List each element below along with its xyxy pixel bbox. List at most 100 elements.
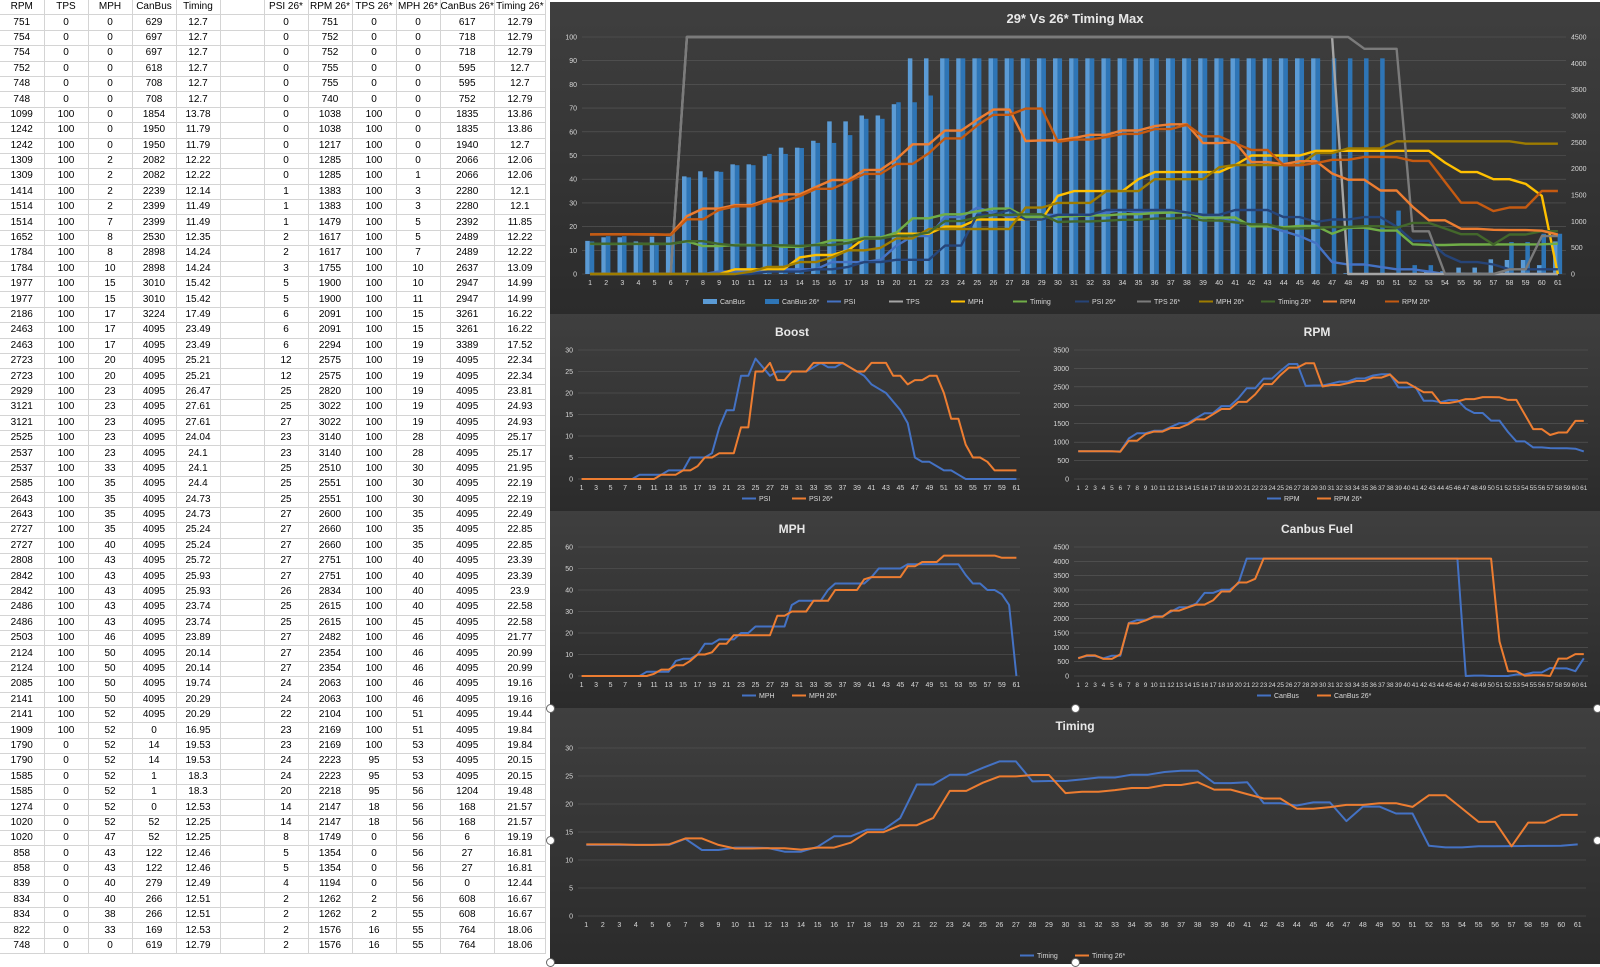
table-cell[interactable]: 1 xyxy=(132,784,176,799)
table-cell[interactable]: 1383 xyxy=(308,184,352,199)
table-cell[interactable]: 2 xyxy=(88,169,132,184)
table-cell[interactable]: 834 xyxy=(0,892,44,907)
table-cell[interactable]: 23 xyxy=(264,738,308,753)
table-cell[interactable]: 100 xyxy=(352,123,396,138)
table-cell[interactable]: 14.99 xyxy=(494,292,545,307)
empty-cell[interactable] xyxy=(220,215,264,230)
table-cell[interactable]: 0 xyxy=(88,46,132,61)
table-cell[interactable]: 0 xyxy=(440,877,494,892)
table-cell[interactable]: 25 xyxy=(264,461,308,476)
table-cell[interactable]: 2091 xyxy=(308,307,352,322)
table-cell[interactable]: 19.44 xyxy=(494,707,545,722)
table-cell[interactable]: 12.7 xyxy=(176,30,220,45)
table-cell[interactable]: 2147 xyxy=(308,800,352,815)
table-cell[interactable]: 17 xyxy=(88,338,132,353)
table-cell[interactable]: 617 xyxy=(440,15,494,30)
table-cell[interactable]: 25.93 xyxy=(176,569,220,584)
table-cell[interactable]: 12.1 xyxy=(494,200,545,215)
legend-item[interactable]: CanBus 26* xyxy=(1334,693,1372,700)
table-cell[interactable]: 24 xyxy=(264,769,308,784)
table-cell[interactable]: 20.15 xyxy=(494,754,545,769)
table-cell[interactable]: 14 xyxy=(132,738,176,753)
table-cell[interactable]: 6 xyxy=(264,307,308,322)
table-cell[interactable]: 19 xyxy=(396,384,440,399)
table-cell[interactable]: 12.7 xyxy=(176,46,220,61)
table-cell[interactable]: 2294 xyxy=(308,338,352,353)
empty-cell[interactable] xyxy=(220,353,264,368)
table-cell[interactable]: 1 xyxy=(264,184,308,199)
empty-cell[interactable] xyxy=(220,230,264,245)
table-cell[interactable]: 751 xyxy=(0,15,44,30)
table-cell[interactable]: 3 xyxy=(264,261,308,276)
empty-cell[interactable] xyxy=(220,938,264,953)
table-cell[interactable]: 12.22 xyxy=(176,153,220,168)
empty-cell[interactable] xyxy=(220,261,264,276)
table-cell[interactable]: 100 xyxy=(352,261,396,276)
table-cell[interactable]: 0 xyxy=(132,723,176,738)
table-cell[interactable]: 15 xyxy=(88,292,132,307)
table-cell[interactable]: 100 xyxy=(44,584,88,599)
table-cell[interactable]: 24 xyxy=(264,677,308,692)
table-cell[interactable]: 4095 xyxy=(440,415,494,430)
table-cell[interactable]: 1790 xyxy=(0,738,44,753)
table-cell[interactable]: 100 xyxy=(44,507,88,522)
legend-item[interactable]: MPH xyxy=(968,299,984,306)
table-cell[interactable]: 1585 xyxy=(0,769,44,784)
legend-item[interactable]: TPS xyxy=(906,299,920,306)
table-cell[interactable]: 2 xyxy=(88,153,132,168)
table-cell[interactable]: 23 xyxy=(88,446,132,461)
table-cell[interactable]: 22.85 xyxy=(494,538,545,553)
table-cell[interactable]: 100 xyxy=(44,153,88,168)
table-cell[interactable]: 2898 xyxy=(132,261,176,276)
table-cell[interactable]: 20.99 xyxy=(494,661,545,676)
table-cell[interactable]: 14 xyxy=(132,754,176,769)
table-cell[interactable]: 0 xyxy=(352,861,396,876)
empty-cell[interactable] xyxy=(220,754,264,769)
table-cell[interactable]: 40 xyxy=(88,538,132,553)
table-cell[interactable]: 2820 xyxy=(308,384,352,399)
table-cell[interactable]: 0 xyxy=(264,153,308,168)
table-cell[interactable]: 19.84 xyxy=(494,738,545,753)
table-cell[interactable]: 27 xyxy=(264,538,308,553)
table-cell[interactable]: 1950 xyxy=(132,138,176,153)
legend-item[interactable]: TPS 26* xyxy=(1154,299,1180,306)
table-cell[interactable]: 24.4 xyxy=(176,477,220,492)
table-cell[interactable]: 2066 xyxy=(440,153,494,168)
table-cell[interactable]: 2727 xyxy=(0,538,44,553)
table-cell[interactable]: 3121 xyxy=(0,415,44,430)
table-cell[interactable]: 4095 xyxy=(132,707,176,722)
table-cell[interactable]: 1038 xyxy=(308,107,352,122)
table-cell[interactable]: 23 xyxy=(264,723,308,738)
table-cell[interactable]: 3261 xyxy=(440,307,494,322)
table-cell[interactable]: 40 xyxy=(396,569,440,584)
table-cell[interactable]: 752 xyxy=(440,92,494,107)
table-cell[interactable]: 100 xyxy=(352,661,396,676)
table-cell[interactable]: 13.78 xyxy=(176,107,220,122)
table-cell[interactable]: 15.42 xyxy=(176,277,220,292)
table-cell[interactable]: 100 xyxy=(44,430,88,445)
table-cell[interactable]: 1900 xyxy=(308,292,352,307)
table-cell[interactable]: 0 xyxy=(352,877,396,892)
table-cell[interactable]: 12.44 xyxy=(494,877,545,892)
table-cell[interactable]: 19.53 xyxy=(176,738,220,753)
table-cell[interactable]: 0 xyxy=(352,76,396,91)
table-cell[interactable]: 2223 xyxy=(308,769,352,784)
table-cell[interactable]: 595 xyxy=(440,61,494,76)
table-cell[interactable]: 0 xyxy=(44,861,88,876)
table-cell[interactable]: 2643 xyxy=(0,507,44,522)
table-cell[interactable]: 4095 xyxy=(132,384,176,399)
table-cell[interactable]: 122 xyxy=(132,846,176,861)
table-cell[interactable]: 19 xyxy=(396,415,440,430)
empty-cell[interactable] xyxy=(220,908,264,923)
table-cell[interactable]: 12.7 xyxy=(494,138,545,153)
table-cell[interactable]: 43 xyxy=(88,846,132,861)
table-cell[interactable]: 12.22 xyxy=(494,246,545,261)
table-cell[interactable]: 4095 xyxy=(132,646,176,661)
table-cell[interactable]: 24 xyxy=(264,754,308,769)
table-cell[interactable]: 22.19 xyxy=(494,492,545,507)
empty-cell[interactable] xyxy=(220,738,264,753)
table-cell[interactable]: 4095 xyxy=(440,461,494,476)
legend-item[interactable]: PSI xyxy=(759,496,770,503)
table-cell[interactable]: 43 xyxy=(88,554,132,569)
table-cell[interactable]: 748 xyxy=(0,76,44,91)
